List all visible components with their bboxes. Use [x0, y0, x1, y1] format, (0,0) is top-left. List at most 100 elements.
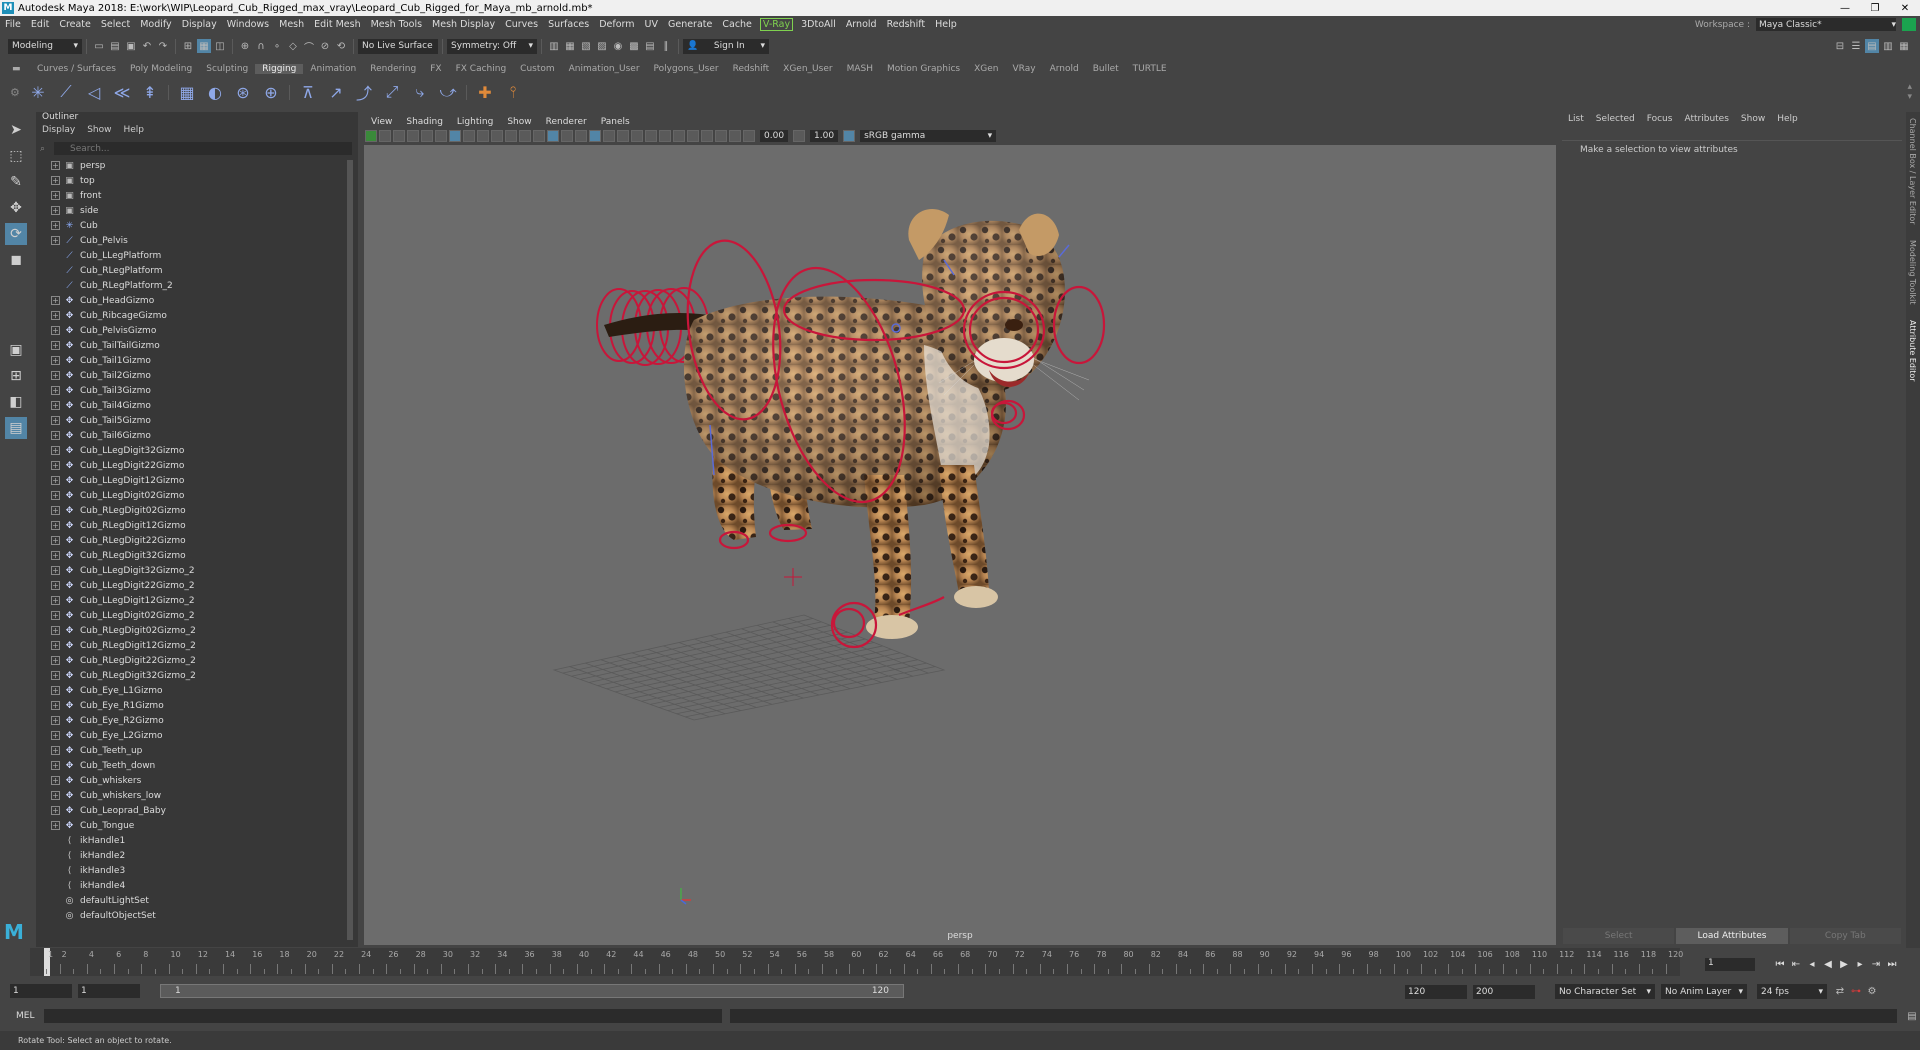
wireframe-on-shaded-icon[interactable]	[575, 129, 587, 142]
wrap-icon[interactable]: ⊛	[231, 80, 255, 104]
exposure-field[interactable]: 0.00	[760, 129, 789, 142]
playback-start-field[interactable]: 1	[78, 984, 140, 998]
render-frame-icon[interactable]: ▦	[563, 39, 577, 53]
expand-icon[interactable]: +	[51, 761, 60, 770]
select-camera-icon[interactable]	[365, 129, 377, 142]
outliner-item[interactable]: + ✥ Cub_Tail6Gizmo	[36, 428, 358, 443]
history-icon[interactable]: ⟲	[334, 39, 348, 53]
ik-spline-icon[interactable]: ◁	[82, 80, 106, 104]
workspace-dropdown[interactable]: Maya Classic* ▾	[1756, 18, 1896, 31]
outliner-item[interactable]: + ✥ Cub_RibcageGizmo	[36, 308, 358, 323]
shadows-icon[interactable]	[617, 129, 629, 142]
expand-icon[interactable]: +	[51, 341, 60, 350]
outliner-item[interactable]: + ✥ Cub_Eye_L1Gizmo	[36, 683, 358, 698]
shelf-tab-custom[interactable]: Custom	[513, 64, 561, 74]
snap-view-icon[interactable]: ◇	[286, 39, 300, 53]
rotate-tool-icon[interactable]: ⟳	[5, 223, 27, 245]
menu-help[interactable]: Help	[930, 19, 962, 30]
expand-icon[interactable]: +	[51, 776, 60, 785]
persp-outliner-layout-icon[interactable]: ◧	[5, 391, 27, 413]
outliner-item[interactable]: + ✥ Cub_Eye_R1Gizmo	[36, 698, 358, 713]
menu-surfaces[interactable]: Surfaces	[543, 19, 594, 30]
expand-icon[interactable]: +	[51, 611, 60, 620]
outliner-menu-display[interactable]: Display	[36, 125, 81, 139]
shelf-tab-mash[interactable]: MASH	[840, 64, 880, 74]
select-tool-icon[interactable]: ➤	[5, 119, 27, 141]
expand-icon[interactable]: +	[51, 176, 60, 185]
menu-redshift[interactable]: Redshift	[882, 19, 931, 30]
menu-select[interactable]: Select	[96, 19, 135, 30]
expand-icon[interactable]: +	[51, 671, 60, 680]
scale-constraint-icon[interactable]: ⤢	[380, 80, 404, 104]
open-scene-icon[interactable]: ▤	[108, 39, 122, 53]
smooth-shade-icon[interactable]	[547, 129, 559, 142]
menu-generate[interactable]: Generate	[663, 19, 717, 30]
lattice-icon[interactable]: ▦	[175, 80, 199, 104]
auto-key-icon[interactable]: ⊶	[1849, 985, 1863, 999]
outliner-item[interactable]: ◎ defaultLightSet	[36, 893, 358, 908]
select-component-icon[interactable]: ◫	[213, 39, 227, 53]
select-button[interactable]: Select	[1563, 928, 1675, 944]
outliner-item[interactable]: + ✥ Cub_RLegDigit02Gizmo_2	[36, 623, 358, 638]
viewport-menu-lighting[interactable]: Lighting	[450, 117, 500, 127]
expand-icon[interactable]: +	[51, 491, 60, 500]
menu-create[interactable]: Create	[54, 19, 96, 30]
outliner-item[interactable]: + ▣ front	[36, 188, 358, 203]
xray-joints-icon[interactable]	[715, 129, 727, 142]
play-backwards-icon[interactable]: ◀	[1820, 956, 1836, 972]
attr-menu-attributes[interactable]: Attributes	[1678, 114, 1734, 124]
side-tab-attribute-editor[interactable]: Attribute Editor	[1908, 320, 1917, 382]
camera-attributes-icon[interactable]	[379, 129, 391, 142]
expand-icon[interactable]: +	[51, 806, 60, 815]
expand-icon[interactable]: +	[51, 626, 60, 635]
shelf-tab-vray[interactable]: VRay	[1006, 64, 1043, 74]
expand-icon[interactable]: +	[51, 656, 60, 665]
expand-icon[interactable]: +	[51, 206, 60, 215]
step-back-frame-icon[interactable]: ◂	[1804, 956, 1820, 972]
lasso-tool-icon[interactable]: ⬚	[5, 145, 27, 167]
parent-constraint-icon[interactable]: ⤷	[408, 80, 432, 104]
render-view-icon[interactable]: ▥	[547, 39, 561, 53]
viewport-menu-renderer[interactable]: Renderer	[539, 117, 594, 127]
menu-deform[interactable]: Deform	[594, 19, 639, 30]
use-lights-icon[interactable]	[603, 129, 615, 142]
expand-icon[interactable]: +	[51, 791, 60, 800]
step-forward-key-icon[interactable]: ⇥	[1868, 956, 1884, 972]
menu-cache[interactable]: Cache	[717, 19, 757, 30]
expand-icon[interactable]: +	[51, 716, 60, 725]
symmetry-dropdown[interactable]: Symmetry: Off ▾	[447, 38, 537, 54]
expand-icon[interactable]: +	[51, 596, 60, 605]
outliner-item[interactable]: + ✥ Cub_LLegDigit02Gizmo_2	[36, 608, 358, 623]
shelf-tab-turtle[interactable]: TURTLE	[1126, 64, 1174, 74]
copy-tab-button[interactable]: Copy Tab	[1789, 928, 1901, 944]
expand-icon[interactable]: +	[51, 431, 60, 440]
menu-mesh-tools[interactable]: Mesh Tools	[366, 19, 427, 30]
attribute-editor-toggle-icon[interactable]: ▤	[1865, 39, 1879, 53]
snap-curve-icon[interactable]: ∩	[254, 39, 268, 53]
command-language-label[interactable]: MEL	[16, 1011, 44, 1021]
viewport-menu-shading[interactable]: Shading	[399, 117, 450, 127]
select-hierarchy-icon[interactable]: ⊞	[181, 39, 195, 53]
expand-icon[interactable]: +	[51, 446, 60, 455]
anim-layer-dropdown[interactable]: No Anim Layer ▾	[1661, 984, 1747, 999]
outliner-item[interactable]: + ✥ Cub_Tail2Gizmo	[36, 368, 358, 383]
menu-mesh-display[interactable]: Mesh Display	[427, 19, 500, 30]
shelf-options-icon[interactable]: ⚙	[10, 86, 24, 99]
shelf-tab-motion-graphics[interactable]: Motion Graphics	[880, 64, 967, 74]
outliner-scrollbar[interactable]	[347, 160, 353, 940]
expand-icon[interactable]: +	[51, 356, 60, 365]
expand-icon[interactable]: +	[51, 581, 60, 590]
orient-constraint-icon[interactable]: ⤴	[352, 80, 376, 104]
outliner-item[interactable]: + ✥ Cub_LLegDigit22Gizmo	[36, 458, 358, 473]
outliner-search-input[interactable]: Search...	[54, 142, 352, 155]
expand-icon[interactable]: +	[51, 296, 60, 305]
create-joints-icon[interactable]: ✳	[26, 80, 50, 104]
grease-pencil-icon[interactable]	[435, 129, 447, 142]
expand-icon[interactable]: +	[51, 416, 60, 425]
character-set-dropdown[interactable]: No Character Set ▾	[1555, 984, 1655, 999]
outliner-item[interactable]: ⟨ ikHandle3	[36, 863, 358, 878]
ipr-render-icon[interactable]: ▧	[579, 39, 593, 53]
shelf-scroll-icon[interactable]: ▴ ▾	[1907, 82, 1912, 102]
render-settings-icon[interactable]: ▨	[595, 39, 609, 53]
menu-v-ray[interactable]: V-Ray	[759, 18, 794, 31]
